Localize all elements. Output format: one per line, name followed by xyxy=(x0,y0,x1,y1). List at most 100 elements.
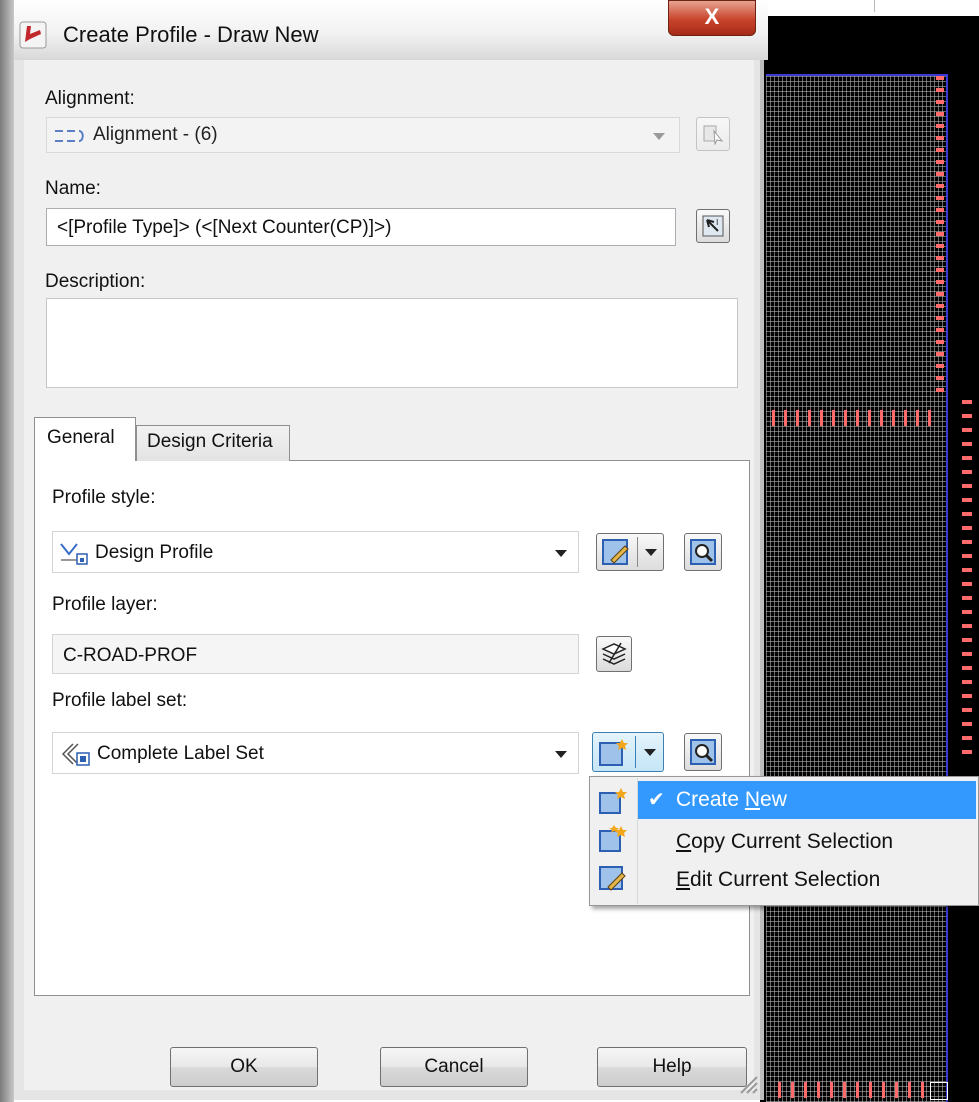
grid-marker xyxy=(936,112,944,116)
alignment-select[interactable]: Alignment - (6) xyxy=(46,117,680,153)
grid-marker xyxy=(936,124,944,128)
menu-item-label: Create New xyxy=(676,781,787,819)
grid-marker xyxy=(962,540,972,544)
profile-label-set-value: Complete Label Set xyxy=(97,743,264,764)
tab-label: Design Criteria xyxy=(147,431,273,452)
grid-marker xyxy=(962,638,972,642)
grid-end-box xyxy=(930,1082,948,1100)
grid-marker xyxy=(936,352,944,356)
grid-marker xyxy=(936,196,944,200)
menu-item-copy-current-selection[interactable]: Copy Current Selection xyxy=(638,823,976,861)
tab-general[interactable]: General xyxy=(34,417,136,461)
grid-marker xyxy=(936,268,944,272)
grid-marker xyxy=(904,410,907,426)
menu-item-edit-current-selection[interactable]: Edit Current Selection xyxy=(638,861,976,899)
grid-marker xyxy=(936,208,944,212)
grid-marker xyxy=(962,610,972,614)
grid-marker xyxy=(936,220,944,224)
layer-button[interactable] xyxy=(596,636,632,672)
grid-marker xyxy=(936,100,944,104)
profile-layer-value: C-ROAD-PROF xyxy=(63,645,198,666)
grid-marker xyxy=(962,400,972,404)
split-divider xyxy=(637,537,638,567)
grid-marker xyxy=(962,568,972,572)
grid-marker xyxy=(843,1082,846,1098)
grid-marker xyxy=(796,410,799,426)
access-key: N xyxy=(744,788,761,811)
grid-marker xyxy=(936,328,944,332)
profile-label-set-select[interactable]: Complete Label Set xyxy=(52,732,579,774)
profile-style-select[interactable]: Design Profile xyxy=(52,531,579,573)
name-input[interactable]: <[Profile Type]> (<[Next Counter(CP)]>) xyxy=(46,208,676,246)
grid-marker xyxy=(895,1082,898,1098)
label-set-details-button[interactable] xyxy=(684,733,722,771)
grid-marker xyxy=(962,456,972,460)
cancel-button[interactable]: Cancel xyxy=(380,1047,528,1087)
alignment-icon xyxy=(55,130,84,142)
grid-marker xyxy=(962,708,972,712)
grid-marker xyxy=(936,244,944,248)
label-set-create-split-button[interactable] xyxy=(592,732,664,772)
style-edit-split-button[interactable] xyxy=(596,533,664,571)
description-label: Description: xyxy=(45,271,146,292)
label-text: dit Current Selection xyxy=(690,868,881,891)
help-button[interactable]: Help xyxy=(597,1047,747,1087)
pick-alignment-button[interactable] xyxy=(696,117,730,151)
grid-marker xyxy=(936,256,944,260)
magnify-details-icon xyxy=(690,739,716,765)
grid-marker xyxy=(817,1082,820,1098)
tab-design-criteria[interactable]: Design Criteria xyxy=(136,425,290,461)
grid-marker xyxy=(921,1082,924,1098)
menu-item-create-new[interactable]: ✔ Create New xyxy=(638,781,976,819)
profile-grid xyxy=(766,74,948,1102)
menu-item-label: Copy Current Selection xyxy=(676,823,893,861)
chevron-down-icon xyxy=(653,133,665,140)
grid-marker xyxy=(936,160,944,164)
style-details-button[interactable] xyxy=(684,533,722,571)
grid-marker xyxy=(936,172,944,176)
window-left-edge xyxy=(0,0,14,1102)
chevron-down-icon xyxy=(644,749,656,756)
grid-marker xyxy=(962,442,972,446)
grid-marker xyxy=(856,1082,859,1098)
resize-grip-icon[interactable] xyxy=(736,1072,758,1094)
grid-marker xyxy=(936,88,944,92)
grid-marker xyxy=(908,1082,911,1098)
name-value: <[Profile Type]> (<[Next Counter(CP)]>) xyxy=(57,217,392,238)
close-button[interactable]: X xyxy=(668,0,756,36)
grid-marker xyxy=(936,232,944,236)
grid-marker xyxy=(962,526,972,530)
grid-marker xyxy=(882,1082,885,1098)
title-bar[interactable]: Create Profile - Draw New X xyxy=(0,0,768,60)
grid-marker xyxy=(962,652,972,656)
grid-marker xyxy=(962,582,972,586)
grid-marker xyxy=(772,410,775,426)
grid-marker xyxy=(962,484,972,488)
grid-marker xyxy=(936,292,944,296)
grid-marker xyxy=(936,280,944,284)
edit-name-template-button[interactable]: I xyxy=(696,209,730,243)
profile-label-set-label: Profile label set: xyxy=(52,690,188,711)
label-text: ew xyxy=(760,788,787,811)
label-text: opy Current Selection xyxy=(691,830,894,853)
chevron-down-icon xyxy=(645,549,657,556)
access-key: C xyxy=(676,830,692,853)
layers-icon xyxy=(601,642,627,665)
copy-selection-icon xyxy=(599,825,627,852)
label-set-icon xyxy=(61,743,90,766)
grid-marker xyxy=(820,410,823,426)
grid-marker xyxy=(791,1082,794,1098)
grid-marker xyxy=(962,596,972,600)
ok-button[interactable]: OK xyxy=(170,1047,318,1087)
grid-marker xyxy=(962,498,972,502)
close-icon: X xyxy=(704,4,720,29)
create-profile-dialog: Create Profile - Draw New X Alignment: A… xyxy=(0,0,768,1102)
grid-marker xyxy=(962,624,972,628)
grid-marker xyxy=(962,722,972,726)
ruler-tick xyxy=(874,0,875,12)
grid-marker xyxy=(936,316,944,320)
name-label: Name: xyxy=(45,178,101,199)
profile-style-value: Design Profile xyxy=(95,542,214,563)
grid-marker xyxy=(936,76,944,80)
description-input[interactable] xyxy=(46,298,738,388)
